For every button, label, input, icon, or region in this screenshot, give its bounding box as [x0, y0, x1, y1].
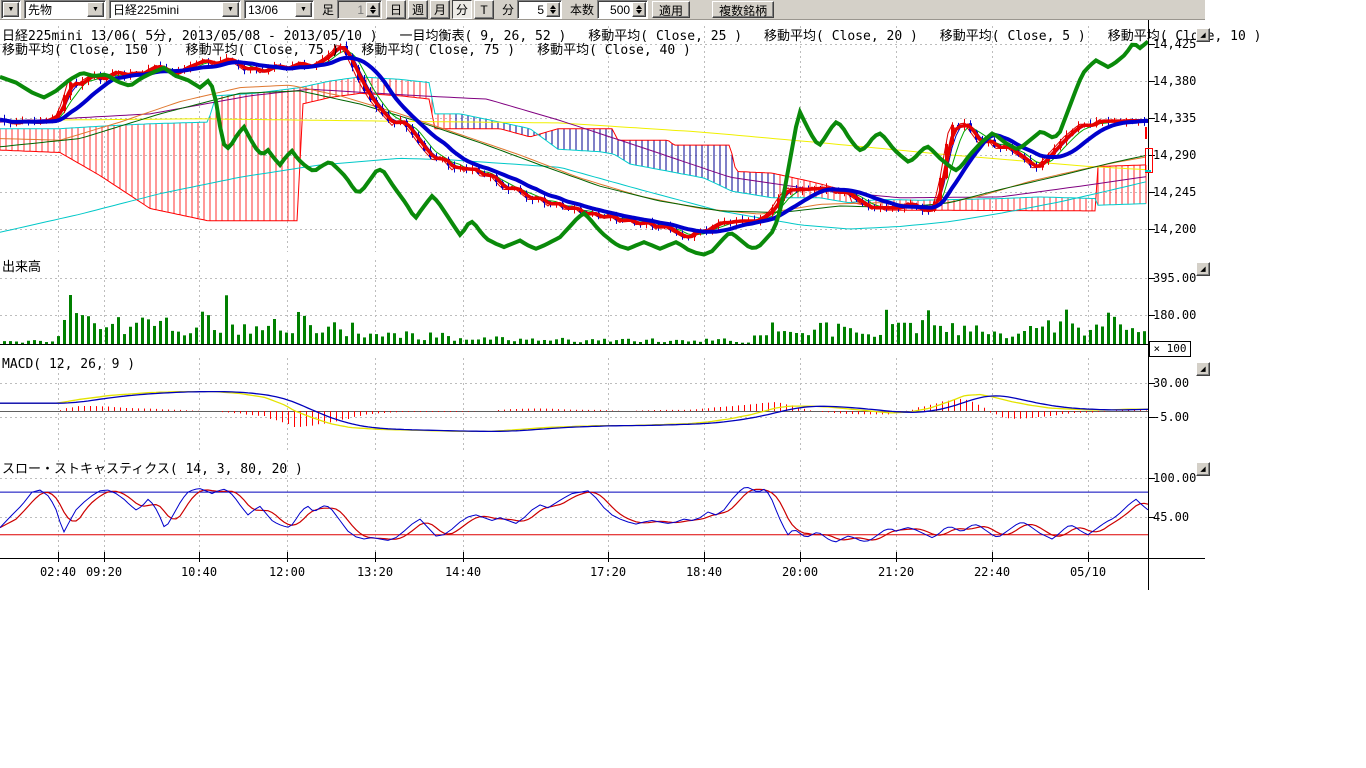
symbol-value: 日経225mini [110, 1, 221, 18]
spinner-arrows-icon[interactable] [632, 2, 646, 17]
time-axis-label: 17:20 [586, 565, 630, 579]
symbol-combo[interactable]: 日経225mini ▼ [109, 0, 241, 19]
volume-pane-title: 出来高 [2, 256, 41, 275]
stoch-axis-label: 45.00 [1153, 510, 1189, 524]
indicator-label: 移動平均( Close, 40 ) [537, 39, 691, 58]
period-button-週[interactable]: 週 [408, 0, 428, 19]
period-button-分[interactable]: 分 [452, 0, 472, 19]
axis-menu-button-macd[interactable]: ◢ [1196, 362, 1210, 376]
indicator-label: 移動平均( Close, 75 ) [361, 39, 515, 58]
chevron-down-icon[interactable]: ▼ [87, 2, 104, 17]
time-axis-label: 09:20 [82, 565, 126, 579]
period-button-日[interactable]: 日 [386, 0, 406, 19]
period-button-月[interactable]: 月 [430, 0, 450, 19]
time-axis-label: 14:40 [441, 565, 485, 579]
bar-count-label: 本数 [570, 1, 594, 18]
contract-month-value: 13/06 [245, 3, 294, 17]
bar-interval-value: 1 [338, 3, 366, 17]
indicator-label: 移動平均( Close, 20 ) [764, 25, 918, 44]
contract-month-combo[interactable]: 13/06 ▼ [244, 0, 314, 19]
time-axis-label: 18:40 [682, 565, 726, 579]
bar-count-spinner[interactable]: 500 [597, 0, 648, 19]
indicator-label: 移動平均( Close, 75 ) [186, 39, 340, 58]
price-axis-label: 14,200 [1153, 222, 1196, 236]
axis-menu-button-stoch[interactable]: ◢ [1196, 462, 1210, 476]
bar-interval-spinner[interactable]: 1 [337, 0, 382, 19]
period-button-T[interactable]: T [474, 0, 494, 19]
chevron-down-icon[interactable]: ▼ [3, 2, 19, 17]
chevron-down-icon[interactable]: ▼ [295, 2, 312, 17]
chart-canvas[interactable] [0, 0, 1210, 600]
chart-application-window: ▼ 先物 ▼ 日経225mini ▼ 13/06 ▼ 足 1 日週月分T 分 5… [0, 0, 1366, 768]
time-axis-label: 10:40 [177, 565, 221, 579]
indicator-label: 移動平均( Close, 5 ) [940, 25, 1086, 44]
axis-menu-button-volume[interactable]: ◢ [1196, 262, 1210, 276]
bar-type-label: 足 [322, 1, 334, 18]
macd-axis-label: -5.00 [1153, 410, 1189, 424]
time-axis-label: 12:00 [265, 565, 309, 579]
minutes-label: 分 [502, 1, 514, 18]
time-axis-label: 13:20 [353, 565, 397, 579]
volume-axis-label: 395.00 [1153, 271, 1196, 285]
toolbar: ▼ 先物 ▼ 日経225mini ▼ 13/06 ▼ 足 1 日週月分T 分 5… [0, 0, 1205, 20]
bar-count-value: 500 [598, 3, 632, 17]
time-axis-label: 05/10 [1066, 565, 1110, 579]
spinner-arrows-icon[interactable] [546, 2, 560, 17]
price-axis-label: 14,245 [1153, 185, 1196, 199]
macd-axis-label: 30.00 [1153, 376, 1189, 390]
mini-combo[interactable]: ▼ [1, 0, 21, 19]
spinner-arrows-icon[interactable] [366, 2, 380, 17]
price-axis-label: 14,290 [1153, 148, 1196, 162]
time-axis-label: 02:40 [36, 565, 80, 579]
volume-axis-label: 180.00 [1153, 308, 1196, 322]
minutes-spinner[interactable]: 5 [517, 0, 562, 19]
price-axis-label: 14,335 [1153, 111, 1196, 125]
indicator-label: 移動平均( Close, 150 ) [2, 39, 164, 58]
chart-header-row-2: 移動平均( Close, 150 ) 移動平均( Close, 75 ) 移動平均(… [2, 39, 713, 59]
instrument-type-value: 先物 [25, 1, 86, 18]
time-axis-label: 22:40 [970, 565, 1014, 579]
stoch-axis-label: 100.00 [1153, 471, 1196, 485]
apply-button[interactable]: 適用 [652, 1, 690, 18]
volume-multiplier-box: × 100 [1149, 341, 1191, 357]
price-axis-label: 14,380 [1153, 74, 1196, 88]
stochastics-pane-title: スロー・ストキャスティクス( 14, 3, 80, 20 ) [2, 458, 303, 477]
axis-menu-button-main[interactable]: ◢ [1196, 28, 1210, 42]
price-axis-label: 14,425 [1153, 37, 1196, 51]
macd-pane-title: MACD( 12, 26, 9 ) [2, 357, 135, 372]
time-axis-label: 20:00 [778, 565, 822, 579]
multiple-symbols-button[interactable]: 複数銘柄 [712, 1, 774, 18]
time-axis-label: 21:20 [874, 565, 918, 579]
instrument-type-combo[interactable]: 先物 ▼ [24, 0, 106, 19]
period-button-group: 日週月分T [384, 0, 494, 19]
minutes-value: 5 [518, 3, 546, 17]
chevron-down-icon[interactable]: ▼ [222, 2, 239, 17]
